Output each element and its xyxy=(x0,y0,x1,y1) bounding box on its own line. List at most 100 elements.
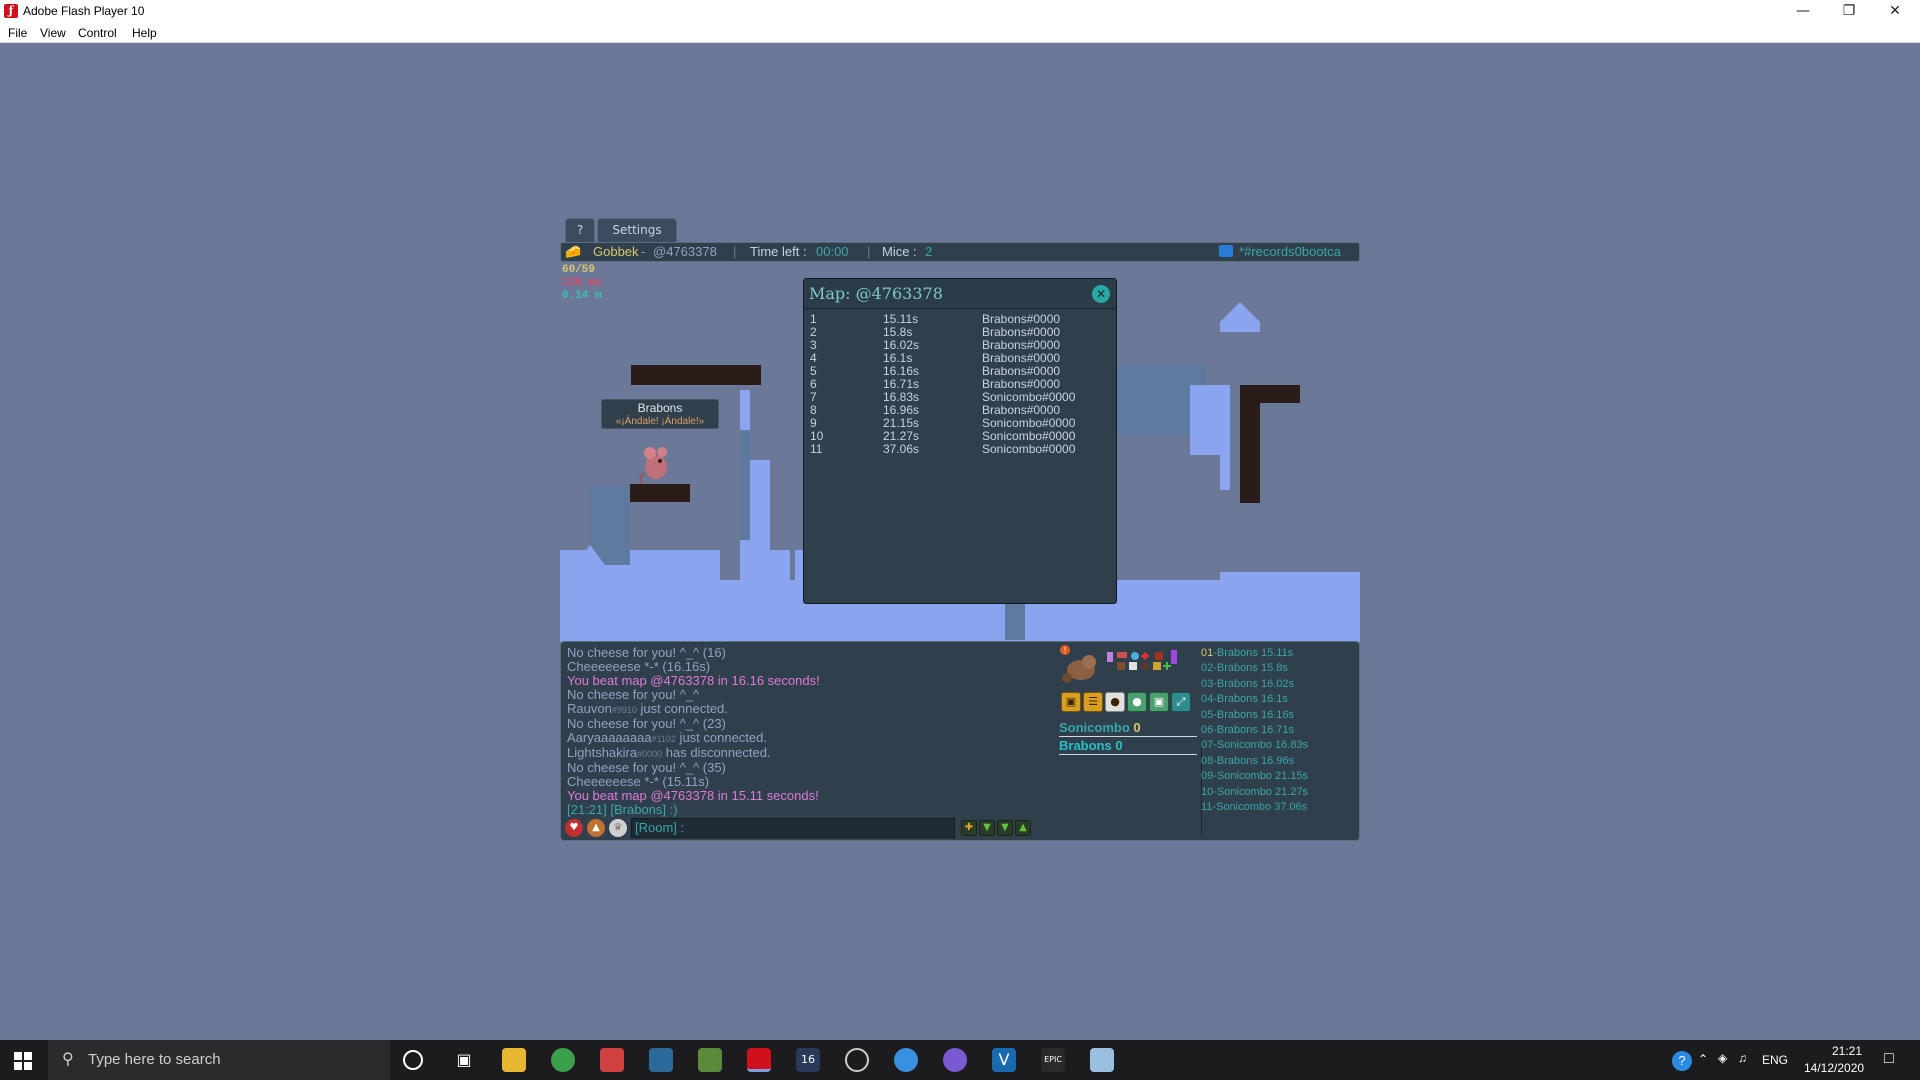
player-avatar[interactable]: ! xyxy=(1059,644,1101,686)
shield-icon[interactable]: ▲ xyxy=(587,819,605,837)
room-name[interactable]: *#records0bootca xyxy=(1239,243,1341,261)
light-block-right xyxy=(1190,385,1220,455)
network-app-icon[interactable] xyxy=(894,1048,918,1072)
ranking-player[interactable]: Brabons xyxy=(1217,662,1258,674)
ranking-time: 16.02s xyxy=(1260,677,1294,690)
consumable-items-icon xyxy=(1107,650,1177,670)
notes-icon[interactable] xyxy=(1090,1048,1114,1072)
minimize-button[interactable]: — xyxy=(1780,0,1826,23)
task-view-icon[interactable]: ▣ xyxy=(452,1048,476,1072)
mouse-character[interactable] xyxy=(638,443,674,484)
tab-settings[interactable]: Settings xyxy=(597,218,677,242)
chat-message: Rauvon#9910 just connected. xyxy=(567,702,1047,717)
inventory-quick-items[interactable] xyxy=(1105,648,1205,672)
record-row: 1 15.11s Brabons#0000 xyxy=(804,313,1116,326)
start-logo xyxy=(14,1052,32,1070)
chat-log[interactable]: No cheese for you! ^_^ (16) Cheeeeeese *-… xyxy=(567,646,1047,817)
ranking-player[interactable]: Sonicombo xyxy=(1217,739,1272,751)
score-name: Sonicombo xyxy=(1059,720,1130,735)
tribe-button[interactable]: ▣ xyxy=(1149,692,1169,712)
search-icon: ⚲ xyxy=(62,1051,74,1068)
profile-button[interactable]: ● xyxy=(1105,692,1125,712)
minecraft-icon[interactable] xyxy=(698,1048,722,1072)
chat-player-name[interactable]: Lightshakira xyxy=(567,745,637,760)
menu-control[interactable]: Control xyxy=(78,26,117,40)
help-icon[interactable]: ? xyxy=(1672,1051,1692,1071)
messenger-icon[interactable] xyxy=(943,1048,967,1072)
map-code[interactable]: @4763378 xyxy=(653,243,717,261)
wifi-icon[interactable]: ◈ xyxy=(1718,1051,1727,1065)
ranking-number: 06 xyxy=(1201,724,1214,737)
ranking-player[interactable]: Sonicombo xyxy=(1217,770,1272,782)
ranking-number: 01 xyxy=(1201,647,1214,659)
ranking-player[interactable]: Sonicombo xyxy=(1217,786,1272,798)
ranking-row: 05-Brabons 16.16s xyxy=(1201,708,1351,723)
visual-studio-icon[interactable]: V xyxy=(992,1048,1016,1072)
chat-message: No cheese for you! ^_^ xyxy=(567,688,1047,702)
taskbar-search-input[interactable]: ⚲ Type here to search xyxy=(48,1040,390,1080)
tab-help[interactable]: ? xyxy=(565,218,595,242)
ranking-row: 06-Brabons 16.71s xyxy=(1201,723,1351,738)
chat-player-name[interactable]: Rauvon xyxy=(567,701,612,716)
arrow-down-icon[interactable]: ▼ xyxy=(979,820,995,836)
record-row: 3 16.02s Brabons#0000 xyxy=(804,339,1116,352)
flash-player-icon[interactable] xyxy=(747,1048,771,1072)
clock-date[interactable]: 14/12/2020 xyxy=(1804,1061,1864,1075)
ranking-player[interactable]: Brabons xyxy=(1217,647,1258,659)
menu-list-button[interactable]: ☰ xyxy=(1083,692,1103,712)
app-icon[interactable] xyxy=(600,1048,624,1072)
record-time: 37.06s xyxy=(883,442,920,456)
chrome-icon[interactable] xyxy=(551,1048,575,1072)
close-dialog-button[interactable]: ✕ xyxy=(1092,285,1110,303)
ranking-player[interactable]: Brabons xyxy=(1217,693,1258,705)
heart-icon[interactable]: ♥ xyxy=(565,819,583,837)
notifications-icon[interactable]: □ xyxy=(1884,1050,1894,1068)
ranking-player[interactable]: Brabons xyxy=(1217,755,1258,767)
arrow-up-icon[interactable]: ▲ xyxy=(1015,820,1031,836)
ranking-number: 05 xyxy=(1201,708,1214,721)
record-row: 7 16.83s Sonicombo#0000 xyxy=(804,391,1116,404)
chat-message: No cheese for you! ^_^ (16) xyxy=(567,646,1047,660)
crown-icon[interactable]: ♕ xyxy=(609,819,627,837)
divider: | xyxy=(867,244,871,259)
volume-icon[interactable]: ♫ xyxy=(1738,1051,1747,1065)
chat-message: [21:21] [Brabons] :) xyxy=(567,803,1047,817)
ranking-player[interactable]: Sonicombo xyxy=(1216,801,1271,813)
ranking-player[interactable]: Brabons xyxy=(1217,678,1258,690)
chat-message: Cheeeeeese *-* (15.11s) xyxy=(567,775,1047,789)
close-window-button[interactable]: ✕ xyxy=(1872,0,1918,23)
ranking-number: 10 xyxy=(1201,785,1214,798)
obs-icon[interactable] xyxy=(845,1048,869,1072)
cortana-icon[interactable] xyxy=(403,1050,423,1070)
menu-file[interactable]: File xyxy=(8,26,27,40)
chat-text: No cheese for you! ^_^ (16) xyxy=(567,645,726,660)
menu-help[interactable]: Help xyxy=(132,26,157,40)
chat-input[interactable]: [Room] : xyxy=(631,818,955,838)
ranking-player[interactable]: Brabons xyxy=(1217,709,1258,721)
clock-time[interactable]: 21:21 xyxy=(1832,1044,1862,1058)
chat-button[interactable]: ● xyxy=(1127,692,1147,712)
chat-player-name[interactable]: Aaryaaaaaaaa xyxy=(567,730,652,745)
ranking-time: 21.15s xyxy=(1275,770,1309,783)
epic-games-icon[interactable]: EPIC xyxy=(1041,1048,1065,1072)
steam-icon[interactable] xyxy=(649,1048,673,1072)
arrow-down-icon[interactable]: ▼ xyxy=(997,820,1013,836)
shop-button[interactable]: ▣ xyxy=(1061,692,1081,712)
fullscreen-button[interactable]: ⤢ xyxy=(1171,692,1191,712)
language-indicator[interactable]: ENG xyxy=(1762,1053,1788,1067)
chat-input-bar: ♥ ▲ ♕ [Room] : ✚ ▼ ▼ ▲ xyxy=(565,818,1355,838)
ranking-time: 16.71s xyxy=(1260,724,1294,737)
map-dialog-title: Map: @4763378 xyxy=(804,279,1116,309)
mouse-character-sprite xyxy=(639,447,667,484)
windows-start-icon[interactable] xyxy=(14,1052,32,1070)
ranking-number: 08 xyxy=(1201,754,1214,767)
restore-button[interactable]: ❐ xyxy=(1826,0,1872,23)
current-player-name[interactable]: Gobbek xyxy=(593,243,639,261)
menu-view[interactable]: View xyxy=(40,26,66,40)
platform-right-post xyxy=(1240,385,1260,503)
emote-plus-button[interactable]: ✚ xyxy=(961,820,977,836)
ranking-player[interactable]: Brabons xyxy=(1217,724,1258,736)
file-explorer-icon[interactable] xyxy=(502,1048,526,1072)
app-16-icon[interactable]: 16 xyxy=(796,1048,820,1072)
chevron-up-icon[interactable]: ⌃ xyxy=(1698,1052,1708,1066)
